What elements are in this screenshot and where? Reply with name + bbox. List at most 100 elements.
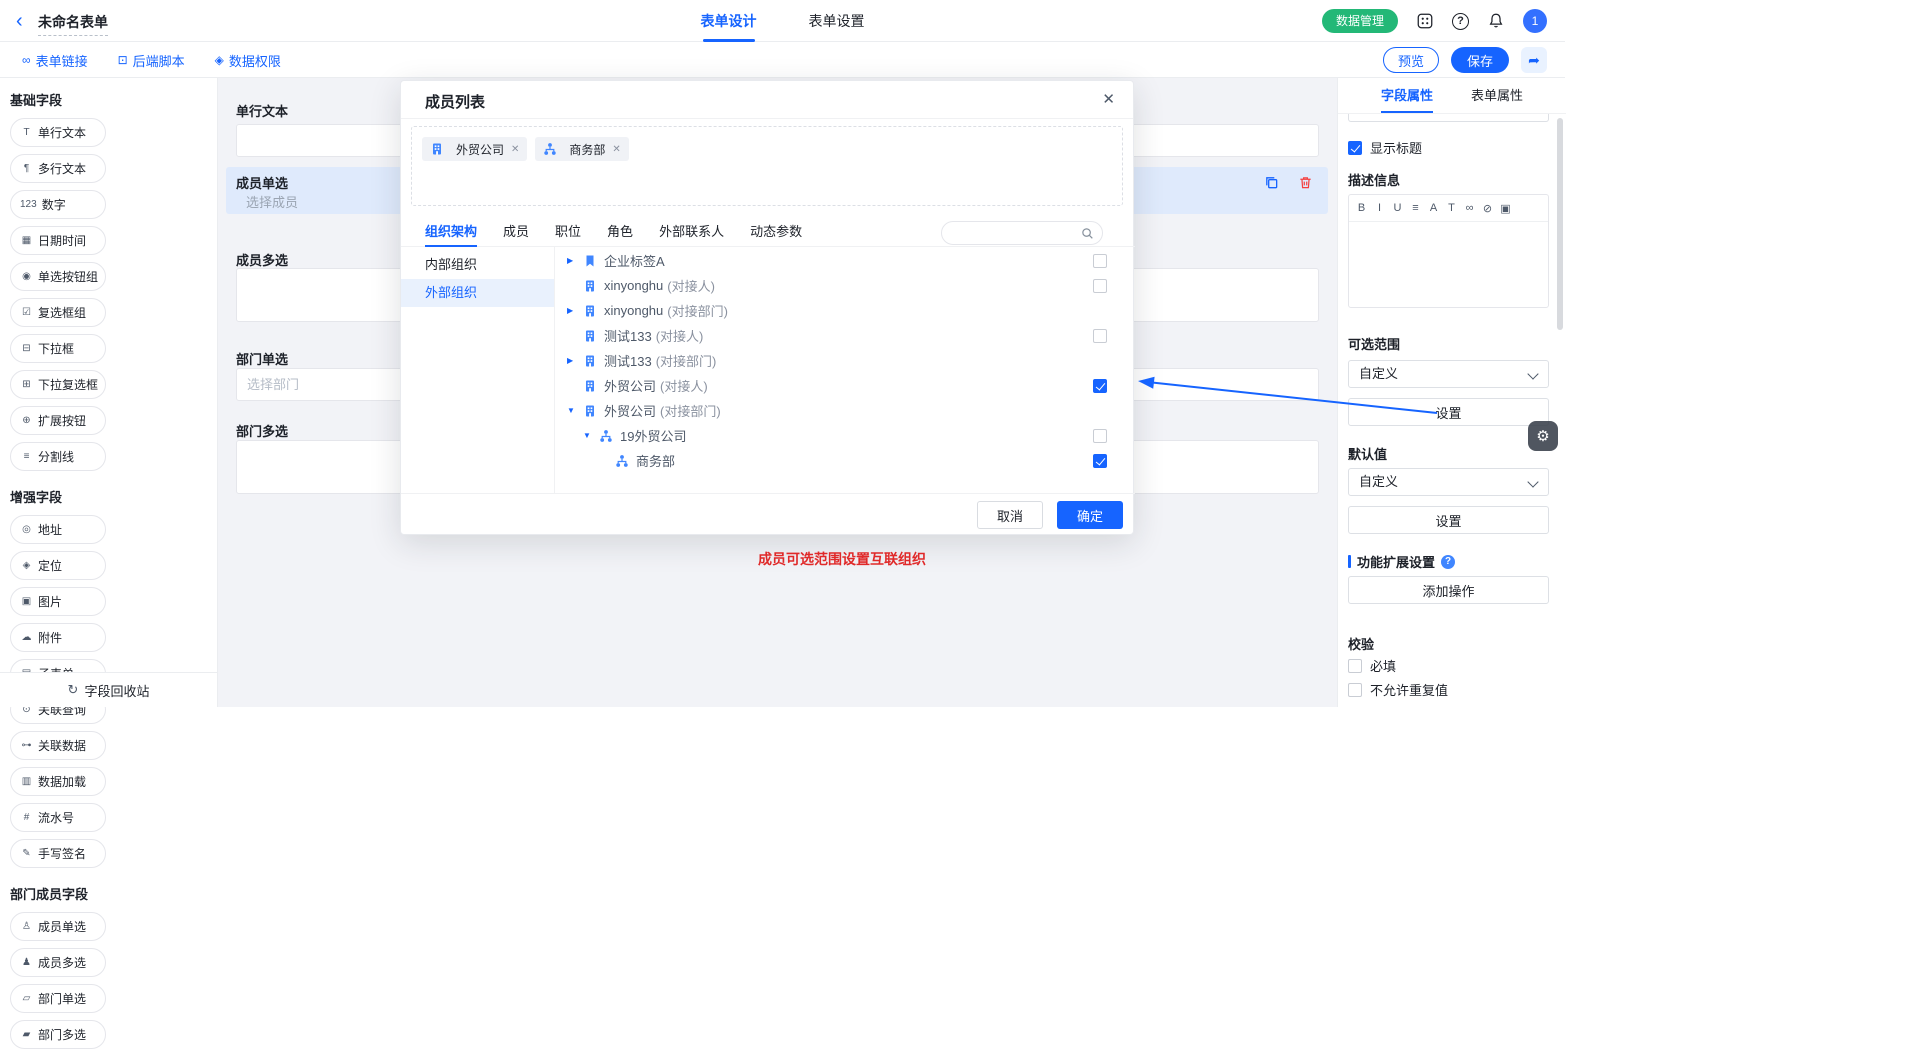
field-type-item[interactable]: ◎地址 [10,515,106,544]
search-icon[interactable] [1081,227,1094,243]
tree-row[interactable]: 19外贸公司 [555,423,1135,448]
selected-org-chip[interactable]: 外贸公司 ✕ [422,137,527,161]
tree-row[interactable]: 测试133 (对接人) [555,323,1135,348]
toolbar-link[interactable]: ◈数据权限 [215,51,281,70]
bold-icon[interactable]: B [1356,202,1367,214]
modal-tab[interactable]: 成员 [503,219,529,246]
node-checkbox[interactable] [1093,429,1107,443]
modal-tab[interactable]: 职位 [555,219,581,246]
tree-row[interactable]: 外贸公司 (对接人) [555,373,1135,398]
required-checkbox[interactable] [1348,659,1362,673]
image-icon[interactable]: ▣ [1500,202,1511,215]
toolbar-link[interactable]: ⊡后端脚本 [118,51,185,70]
close-icon[interactable]: ✕ [1102,90,1115,108]
tree-row[interactable]: 测试133 (对接部门) [555,348,1135,373]
field-type-item[interactable]: ▣图片 [10,587,106,616]
properties-tab[interactable]: 表单属性 [1471,78,1523,113]
node-checkbox[interactable] [1093,254,1107,268]
modal-tab[interactable]: 组织架构 [425,219,477,246]
tree-row[interactable]: 商务部 [555,448,1135,473]
chip-remove-icon[interactable]: ✕ [511,144,519,155]
link-icon[interactable]: ∞ [1464,202,1475,214]
font-color-icon[interactable]: A [1428,202,1439,214]
apps-icon[interactable] [1416,12,1434,30]
field-type-item[interactable]: ▥数据加载 [10,767,106,796]
panel-scrollbar[interactable] [1557,118,1563,330]
properties-tab[interactable]: 字段属性 [1381,78,1433,113]
node-checkbox[interactable] [1093,279,1107,293]
toolbar-link[interactable]: ∞表单链接 [22,51,88,70]
field-type-item[interactable]: #流水号 [10,803,106,832]
italic-icon[interactable]: I [1374,202,1385,214]
field-type-item[interactable]: ▱部门单选 [10,984,106,1013]
field-type-item[interactable]: T单行文本 [10,118,106,147]
expand-arrow-icon[interactable] [567,256,583,265]
field-type-item[interactable]: ⊞下拉复选框 [10,370,106,399]
field-recycle-bin[interactable]: ↻ 字段回收站 [0,672,217,707]
node-checkbox[interactable] [1093,454,1107,468]
default-value-select[interactable]: 自定义 [1348,468,1549,496]
search-input[interactable] [952,224,1076,242]
avatar[interactable]: 1 [1523,9,1547,33]
copy-field-icon[interactable] [1264,175,1279,193]
data-manage-button[interactable]: 数据管理 [1322,9,1398,33]
underline-icon[interactable]: U [1392,202,1403,214]
expand-arrow-icon[interactable] [567,306,583,315]
node-checkbox[interactable] [1093,379,1107,393]
org-scope-item[interactable]: 内部组织 [401,251,554,279]
optional-range-select[interactable]: 自定义 [1348,360,1549,388]
field-type-item[interactable]: 123数字 [10,190,106,219]
preview-button[interactable]: 预览 [1383,47,1439,73]
header-tab[interactable]: 表单设计 [701,0,757,42]
add-action-button[interactable]: 添加操作 [1348,576,1549,604]
field-type-item[interactable]: ▦日期时间 [10,226,106,255]
field-type-item[interactable]: ¶多行文本 [10,154,106,183]
extension-help-icon[interactable]: ? [1441,555,1455,569]
field-type-item[interactable]: ⊕扩展按钮 [10,406,106,435]
notification-bell-icon[interactable] [1487,12,1505,30]
tree-row[interactable]: xinyonghu (对接人) [555,273,1135,298]
tree-row[interactable]: 外贸公司 (对接部门) [555,398,1135,423]
no-duplicate-checkbox[interactable] [1348,683,1362,697]
form-title[interactable]: 未命名表单 [38,12,108,36]
expand-arrow-icon[interactable] [567,406,583,415]
selected-org-chip[interactable]: 商务部 ✕ [535,137,628,161]
modal-tab[interactable]: 外部联系人 [659,219,724,246]
show-title-checkbox[interactable] [1348,141,1362,155]
field-type-item[interactable]: ☑复选框组 [10,298,106,327]
dept-member-fields-grid: ♙成员单选 ♟成员多选 ▱部门单选 ▰部门多选 [0,907,217,1053]
modal-tab[interactable]: 角色 [607,219,633,246]
node-checkbox[interactable] [1093,329,1107,343]
field-type-item[interactable]: ♟成员多选 [10,948,106,977]
expand-arrow-icon[interactable] [583,431,599,440]
range-setting-button[interactable]: 设置 [1348,398,1549,426]
save-button[interactable]: 保存 [1451,47,1509,73]
expand-arrow-icon[interactable] [567,356,583,365]
field-type-item[interactable]: ☁附件 [10,623,106,652]
field-type-item[interactable]: ⊟下拉框 [10,334,106,363]
default-setting-button[interactable]: 设置 [1348,506,1549,534]
field-type-item[interactable]: ▰部门多选 [10,1020,106,1049]
org-scope-item[interactable]: 外部组织 [401,279,554,307]
help-icon[interactable]: ? [1452,13,1469,30]
modal-tab[interactable]: 动态参数 [750,219,802,246]
field-type-item[interactable]: ⊶关联数据 [10,731,106,760]
field-type-item[interactable]: ◉单选按钮组 [10,262,106,291]
field-type-item[interactable]: ≡分割线 [10,442,106,471]
field-type-item[interactable]: ◈定位 [10,551,106,580]
cancel-button[interactable]: 取消 [977,501,1043,529]
description-textarea[interactable] [1349,222,1548,307]
gear-icon[interactable]: ⚙ [1528,421,1558,451]
confirm-button[interactable]: 确定 [1057,501,1123,529]
tree-row[interactable]: 企业标签A [555,248,1135,273]
delete-field-icon[interactable] [1298,175,1313,193]
header-tab[interactable]: 表单设置 [809,0,865,42]
back-icon[interactable]: ‹ [16,9,23,33]
tree-row[interactable]: xinyonghu (对接部门) [555,298,1135,323]
align-icon[interactable]: ≡ [1410,202,1421,214]
chip-remove-icon[interactable]: ✕ [612,144,620,155]
font-size-icon[interactable]: T [1446,202,1457,214]
unlink-icon[interactable]: ⊘ [1482,202,1493,215]
share-icon[interactable]: ➦ [1521,47,1547,73]
field-type-item[interactable]: ♙成员单选 [10,912,106,941]
